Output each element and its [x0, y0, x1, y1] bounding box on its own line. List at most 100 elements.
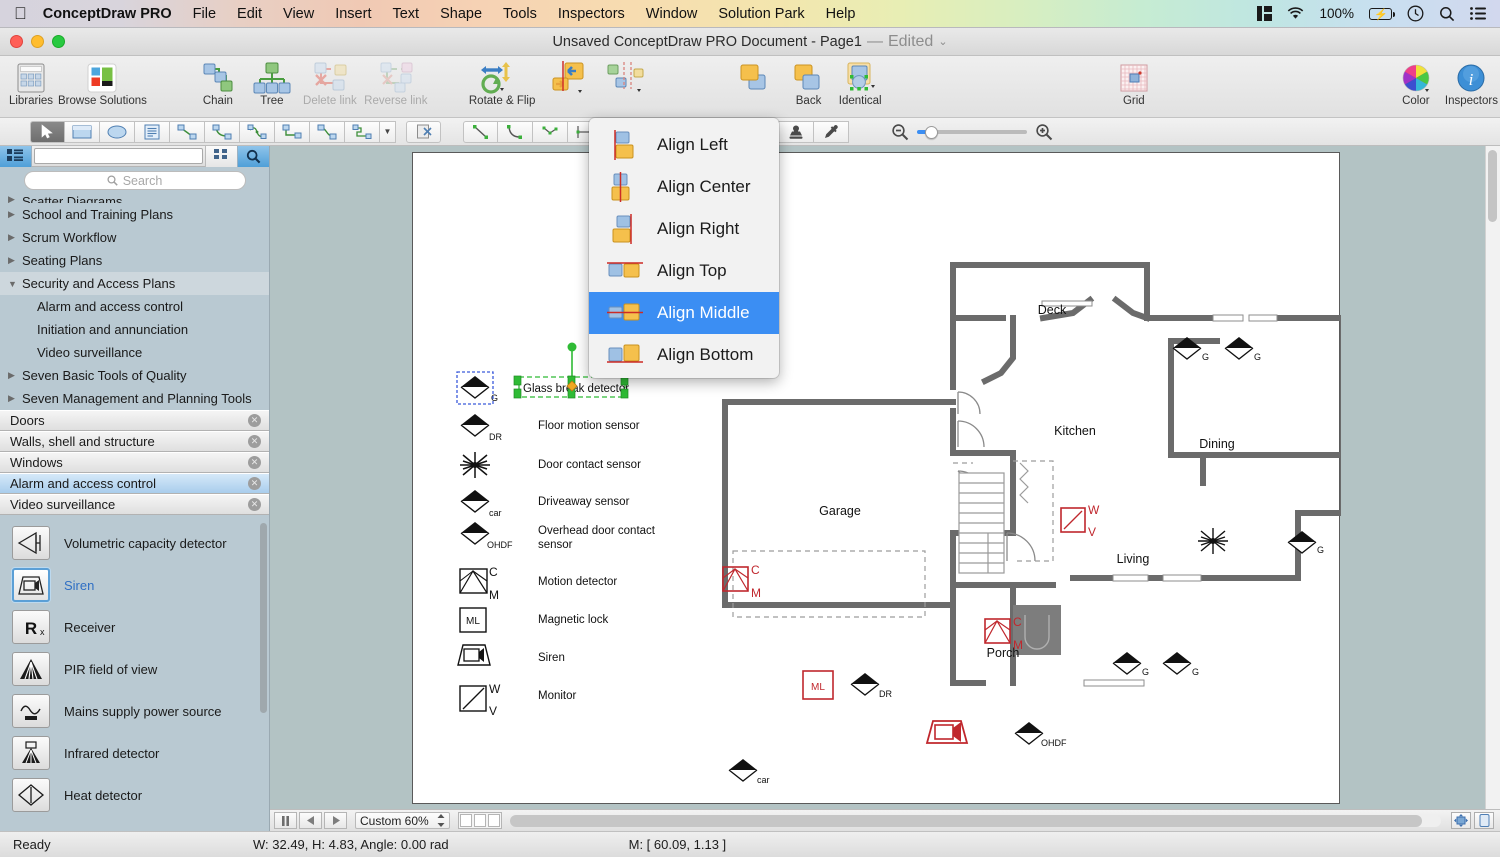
smooth-connector-tool[interactable]: [310, 121, 345, 143]
bezier-connector-tool[interactable]: [240, 121, 275, 143]
close-icon[interactable]: ✕: [248, 456, 261, 469]
close-icon[interactable]: ✕: [248, 498, 261, 511]
close-icon[interactable]: ✕: [248, 414, 261, 427]
menu-item-align-middle[interactable]: Align Middle: [589, 292, 779, 334]
close-button[interactable]: [10, 35, 23, 48]
menu-item-text[interactable]: Text: [392, 6, 419, 22]
page-chip[interactable]: [488, 814, 500, 827]
page-view-button[interactable]: [1474, 812, 1494, 829]
page-chip[interactable]: [460, 814, 472, 827]
text-block-tool[interactable]: [135, 121, 170, 143]
library-header-walls-shell-and-structure[interactable]: Walls, shell and structure ✕: [0, 431, 269, 452]
previous-page-button[interactable]: [299, 812, 322, 829]
zoom-level-select[interactable]: Custom 60%: [355, 812, 450, 829]
minimize-button[interactable]: [31, 35, 44, 48]
tree-item-alarm-and-access-control[interactable]: Alarm and access control: [0, 295, 269, 318]
shape-item-heat-detector[interactable]: Heat detector: [0, 774, 269, 816]
menu-item-align-top[interactable]: Align Top: [589, 250, 779, 292]
curved-connector-tool[interactable]: [205, 121, 240, 143]
toolbar-send-back[interactable]: Back: [782, 56, 836, 107]
zoom-button[interactable]: [52, 35, 65, 48]
battery-icon[interactable]: ⚡: [1369, 8, 1392, 20]
tree-item-video-surveillance[interactable]: Video surveillance: [0, 341, 269, 364]
connector-dropdown[interactable]: ▼: [380, 121, 396, 143]
menu-item-inspectors[interactable]: Inspectors: [558, 6, 625, 22]
library-filter-input[interactable]: [34, 148, 203, 164]
menu-item-solution-park[interactable]: Solution Park: [718, 6, 804, 22]
pointer-tool[interactable]: [30, 121, 65, 143]
zoom-out-button[interactable]: [891, 123, 909, 141]
menu-item-edit[interactable]: Edit: [237, 6, 262, 22]
document-canvas-area[interactable]: G Glass break detector: [270, 146, 1500, 856]
close-icon[interactable]: ✕: [248, 435, 261, 448]
shape-item-volumetric-capacity-detector[interactable]: Volumetric capacity detector: [0, 522, 269, 564]
spotlight-search-icon[interactable]: [1439, 6, 1455, 22]
close-icon[interactable]: ✕: [248, 477, 261, 490]
scrollbar-thumb[interactable]: [510, 815, 1423, 827]
menu-item-align-bottom[interactable]: Align Bottom: [589, 334, 779, 376]
toolbar-reverse-link[interactable]: Reverse link: [361, 56, 431, 107]
next-page-button[interactable]: [324, 812, 347, 829]
ellipse-tool[interactable]: [100, 121, 135, 143]
menu-item-file[interactable]: File: [193, 6, 216, 22]
apple-logo-icon[interactable]: : [14, 5, 27, 22]
grid-view-toggle-button[interactable]: [205, 146, 237, 167]
stamp-tool[interactable]: [779, 121, 814, 143]
tree-item-scrum-workflow[interactable]: ▶ Scrum Workflow: [0, 226, 269, 249]
search-input[interactable]: Search: [24, 171, 246, 190]
menu-item-view[interactable]: View: [283, 6, 314, 22]
library-scrollbar[interactable]: [258, 515, 267, 856]
tree-view-toggle-button[interactable]: [0, 146, 32, 167]
toolbar-rotate-flip[interactable]: Rotate & Flip: [469, 56, 536, 107]
pause-button[interactable]: [274, 812, 297, 829]
shape-item-infrared-detector[interactable]: Infrared detector: [0, 732, 269, 774]
page-chip[interactable]: [474, 814, 486, 827]
library-header-windows[interactable]: Windows ✕: [0, 452, 269, 473]
menu-item-align-right[interactable]: Align Right: [589, 208, 779, 250]
eyedropper-tool[interactable]: [814, 121, 849, 143]
tree-item-security-and-access-plans[interactable]: ▼ Security and Access Plans: [0, 272, 269, 295]
delete-connector-tool[interactable]: [406, 121, 441, 143]
menu-item-help[interactable]: Help: [826, 6, 856, 22]
library-header-doors[interactable]: Doors ✕: [0, 410, 269, 431]
right-angle-connector-tool[interactable]: [275, 121, 310, 143]
menu-item-align-center[interactable]: Align Center: [589, 166, 779, 208]
control-center-icon[interactable]: [1257, 6, 1272, 21]
menu-item-align-left[interactable]: Align Left: [589, 124, 779, 166]
align-dropdown-menu[interactable]: Align Left Align Center Align Right Alig…: [589, 118, 779, 378]
document-page[interactable]: G Glass break detector: [412, 152, 1340, 804]
menu-item-insert[interactable]: Insert: [335, 6, 371, 22]
polyline-tool[interactable]: [533, 121, 568, 143]
canvas-vertical-scrollbar[interactable]: [1485, 146, 1500, 856]
library-header-alarm-and-access-control[interactable]: Alarm and access control ✕: [0, 473, 269, 494]
toolbar-bring-front[interactable]: [728, 56, 782, 96]
notification-center-icon[interactable]: [1470, 7, 1486, 20]
horizontal-scrollbar[interactable]: [510, 815, 1441, 827]
tree-item-initiation-and-annunciation[interactable]: Initiation and annunciation: [0, 318, 269, 341]
toolbar-libraries[interactable]: Libraries: [4, 56, 58, 107]
tree-item-seven-basic-tools-of-quality[interactable]: ▶ Seven Basic Tools of Quality: [0, 364, 269, 387]
tree-item-scatter-diagrams[interactable]: ▶ Scatter Diagrams: [0, 194, 269, 203]
menu-item-shape[interactable]: Shape: [440, 6, 482, 22]
library-header-video-surveillance[interactable]: Video surveillance ✕: [0, 494, 269, 515]
toolbar-inspectors[interactable]: i Inspectors: [1443, 56, 1500, 107]
shape-item-mains-supply-power-source[interactable]: Mains supply power source: [0, 690, 269, 732]
tree-item-seating-plans[interactable]: ▶ Seating Plans: [0, 249, 269, 272]
toolbar-identical[interactable]: Identical: [836, 56, 885, 107]
straight-connector-tool[interactable]: [170, 121, 205, 143]
shape-item-receiver[interactable]: Rx Receiver: [0, 606, 269, 648]
toolbar-delete-link[interactable]: Delete link: [299, 56, 361, 107]
tree-item-seven-management-and-planning-tools[interactable]: ▶ Seven Management and Planning Tools: [0, 387, 269, 410]
shape-item-pir-field-of-view[interactable]: PIR field of view: [0, 648, 269, 690]
tree-item-school-and-training-plans[interactable]: ▶ School and Training Plans: [0, 203, 269, 226]
multi-bend-connector-tool[interactable]: [345, 121, 380, 143]
zoom-in-button[interactable]: [1035, 123, 1053, 141]
toolbar-tree[interactable]: Tree: [245, 56, 299, 107]
library-search-button[interactable]: [237, 146, 269, 167]
toolbar-align[interactable]: [545, 56, 599, 96]
menu-item-window[interactable]: Window: [646, 6, 698, 22]
toolbar-chain[interactable]: Chain: [191, 56, 245, 107]
page-tabs[interactable]: [458, 812, 502, 829]
toolbar-browse-solutions[interactable]: Browse Solutions: [58, 56, 147, 107]
fit-page-button[interactable]: [1451, 812, 1471, 829]
